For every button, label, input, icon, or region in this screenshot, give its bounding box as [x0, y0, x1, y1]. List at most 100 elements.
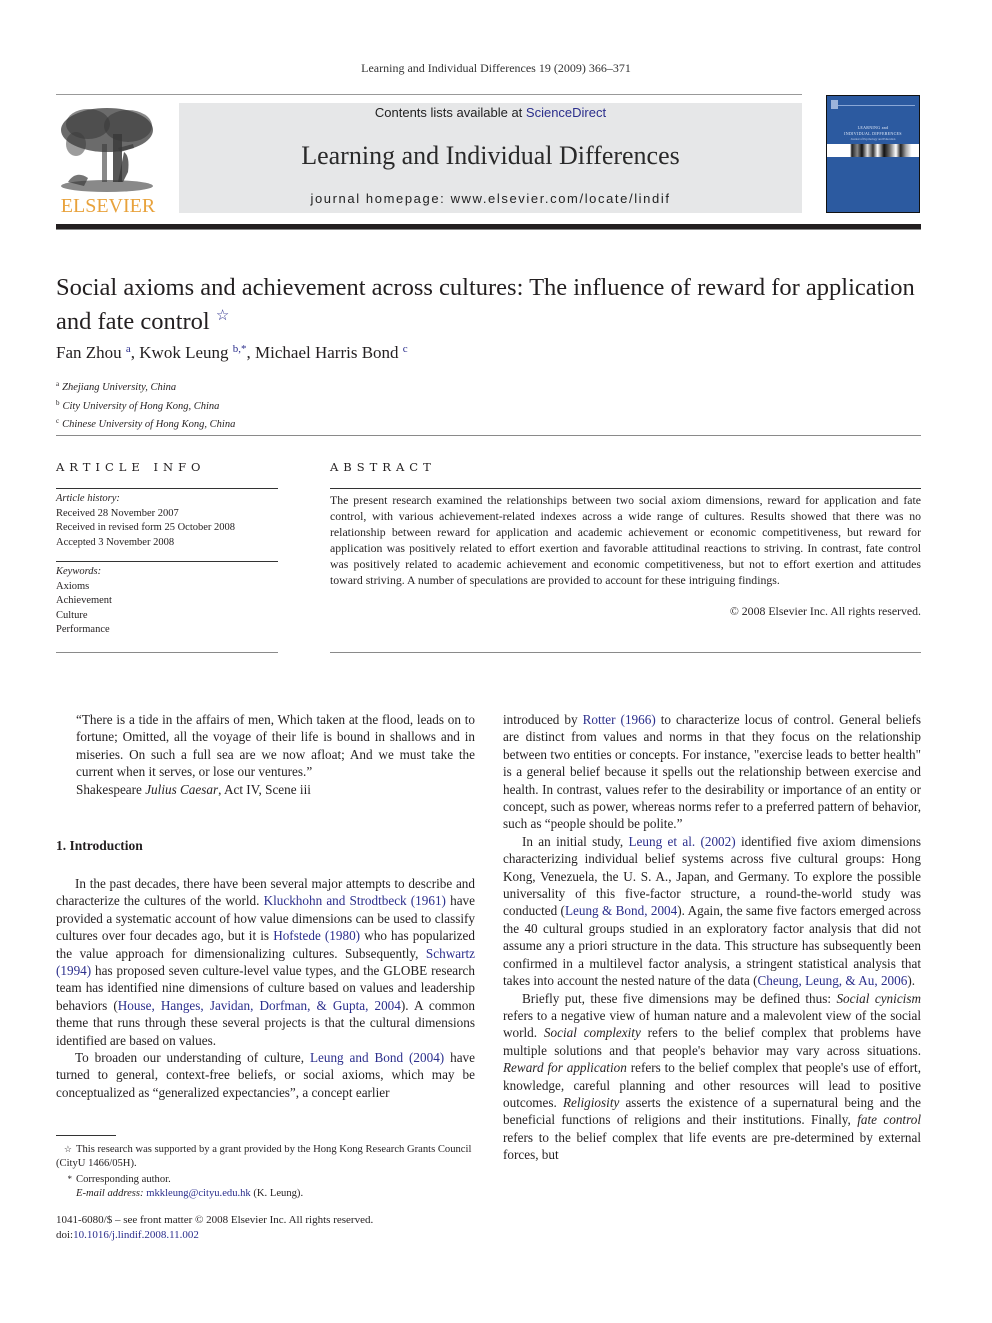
- left-column-body: In the past decades, there have been sev…: [56, 875, 475, 1101]
- keyword: Axioms: [56, 580, 90, 592]
- article-info-divider: [56, 488, 278, 489]
- section-heading-introduction: 1. Introduction: [56, 838, 143, 853]
- doi-line: doi:10.1016/j.lindif.2008.11.002: [56, 1228, 373, 1243]
- front-matter: 1041-6080/$ – see front matter © 2008 El…: [56, 1213, 373, 1242]
- keyword: Culture: [56, 609, 88, 621]
- email-suffix: (K. Leung).: [250, 1187, 304, 1199]
- affiliation-sup: b: [56, 398, 60, 407]
- footnote-divider: [56, 1135, 116, 1136]
- paragraph: In an initial study, Leung et al. (2002)…: [503, 833, 921, 990]
- affiliation-text: City University of Hong Kong, China: [62, 400, 220, 412]
- right-column-body: introduced by Rotter (1966) to character…: [503, 711, 921, 1164]
- affiliation-item: b City University of Hong Kong, China: [56, 396, 235, 415]
- term: Reward for application: [503, 1060, 627, 1076]
- citation-link[interactable]: Leung et al. (2002): [629, 834, 736, 849]
- abstract-text: The present research examined the relati…: [330, 493, 921, 587]
- article-info-bottom-divider: [56, 652, 278, 653]
- author-affiliation-sup[interactable]: a: [126, 343, 131, 355]
- history-revised: Received in revised form 25 October 2008: [56, 522, 236, 533]
- abstract-bottom-divider: [330, 652, 921, 653]
- doi-link[interactable]: 10.1016/j.lindif.2008.11.002: [73, 1229, 199, 1241]
- epigraph-attribution: Shakespeare Julius Caesar, Act IV, Scene…: [76, 781, 475, 798]
- cover-title-line2: INDIVIDUAL DIFFERENCES: [844, 131, 902, 136]
- title-footnote-star-icon[interactable]: ☆: [216, 308, 229, 324]
- author-name: Kwok Leung: [139, 343, 229, 362]
- paragraph: To broaden our understanding of culture,…: [56, 1049, 475, 1101]
- author-name: Fan Zhou: [56, 343, 122, 362]
- abstract-heading: ABSTRACT: [330, 460, 436, 474]
- cover-title-line1: LEARNING and: [857, 125, 889, 130]
- abstract-divider: [330, 488, 921, 489]
- text: introduced by: [503, 712, 583, 727]
- cover-subtitle: Journal of Psychology and Education: [850, 137, 896, 141]
- term: fate control: [857, 1112, 921, 1128]
- keywords-label: Keywords:: [56, 566, 102, 577]
- keyword: Performance: [56, 624, 110, 635]
- contents-prefix: Contents lists available at: [374, 105, 526, 120]
- paragraph-continued: introduced by Rotter (1966) to character…: [503, 711, 921, 833]
- citation-link[interactable]: Hofstede (1980): [273, 928, 360, 943]
- affiliations: a Zhejiang University, China b City Univer…: [56, 377, 235, 433]
- header-divider: [56, 94, 802, 95]
- author-affiliation-sup[interactable]: c: [403, 343, 408, 355]
- history-received: Received 28 November 2007: [56, 507, 179, 519]
- keywords-divider: [56, 561, 278, 562]
- article-history: Article history: Received 28 November 20…: [56, 492, 278, 550]
- author-name: Michael Harris Bond: [255, 343, 399, 362]
- sciencedirect-link[interactable]: ScienceDirect: [526, 105, 606, 120]
- term: Social cynicism: [836, 990, 921, 1006]
- elsevier-tree-icon: [61, 108, 153, 192]
- text: In an initial study,: [522, 833, 629, 849]
- text: ).: [907, 973, 916, 989]
- citation-link[interactable]: House, Hanges, Javidan, Dorfman, & Gupta…: [118, 998, 401, 1013]
- text: Briefly put, these five dimensions may b…: [522, 990, 837, 1006]
- journal-banner: Contents lists available at ScienceDirec…: [179, 103, 802, 213]
- journal-title: Learning and Individual Differences: [301, 141, 680, 170]
- citation-link[interactable]: Leung & Bond, 2004: [565, 903, 677, 918]
- cover-elsevier-icon: [831, 100, 838, 109]
- footnotes: ☆ This research was supported by a grant …: [56, 1142, 475, 1201]
- epigraph: “There is a tide in the affairs of men, …: [76, 711, 475, 798]
- article-info-heading: ARTICLE INFO: [56, 460, 206, 474]
- term: Religiosity: [562, 1094, 620, 1110]
- contents-line: Contents lists available at ScienceDirec…: [179, 105, 802, 120]
- citation-link[interactable]: Rotter (1966): [583, 712, 656, 727]
- abstract-copyright: © 2008 Elsevier Inc. All rights reserved…: [729, 604, 921, 618]
- cover-top-rule: [831, 99, 915, 106]
- attribution-work: Julius Caesar: [145, 781, 219, 797]
- text: refers to the belief complex that life e…: [503, 1129, 921, 1163]
- term: Social complexity: [543, 1025, 641, 1041]
- attribution-rest: , Act IV, Scene iii: [218, 781, 311, 797]
- affiliation-item: c Chinese University of Hong Kong, China: [56, 414, 235, 433]
- author-affiliation-sup[interactable]: b,*: [233, 343, 247, 355]
- text: To broaden our understanding of culture,: [75, 1050, 310, 1066]
- running-head: Learning and Individual Differences 19 (…: [361, 61, 631, 75]
- author-list: Fan Zhou a, Kwok Leung b,*, Michael Harr…: [56, 343, 408, 362]
- journal-homepage[interactable]: journal homepage: www.elsevier.com/locat…: [179, 191, 802, 206]
- paragraph: In the past decades, there have been sev…: [56, 875, 475, 1049]
- affiliation-text: Chinese University of Hong Kong, China: [62, 419, 236, 430]
- history-accepted: Accepted 3 November 2008: [56, 536, 175, 548]
- title-block-divider: [56, 435, 921, 436]
- footnote-funding: ☆ This research was supported by a grant …: [56, 1142, 475, 1172]
- footnote-asterisk: *: [67, 1173, 73, 1184]
- citation-link[interactable]: Leung and Bond (2004): [310, 1050, 444, 1065]
- paragraph: Briefly put, these five dimensions may b…: [503, 990, 921, 1164]
- cover-image-strip: [827, 144, 919, 157]
- footnote-text: Corresponding author.: [76, 1173, 171, 1185]
- citation-link[interactable]: Cheung, Leung, & Au, 2006: [758, 973, 908, 988]
- affiliation-item: a Zhejiang University, China: [56, 377, 235, 396]
- email-link[interactable]: mkkleung@cityu.edu.hk: [146, 1188, 251, 1199]
- footnote-corresponding: * Corresponding author.: [56, 1172, 475, 1187]
- elsevier-logo[interactable]: ELSEVIER: [56, 104, 160, 217]
- citation-link[interactable]: Kluckhohn and Strodtbeck (1961): [264, 893, 446, 908]
- journal-cover-thumbnail[interactable]: LEARNING and INDIVIDUAL DIFFERENCES Jour…: [826, 95, 920, 213]
- article-title: Social axioms and achievement across cul…: [56, 273, 916, 336]
- footnote-email: E-mail address: mkkleung@cityu.edu.hk (K…: [56, 1187, 475, 1201]
- affiliation-sup: c: [56, 417, 60, 425]
- article-title-text: Social axioms and achievement across cul…: [56, 274, 915, 335]
- footnote-star-icon: ☆: [63, 1144, 72, 1154]
- masthead-thick-divider: [56, 224, 921, 230]
- footnote-text: This research was supported by a grant p…: [56, 1144, 472, 1170]
- epigraph-text: “There is a tide in the affairs of men, …: [76, 712, 475, 780]
